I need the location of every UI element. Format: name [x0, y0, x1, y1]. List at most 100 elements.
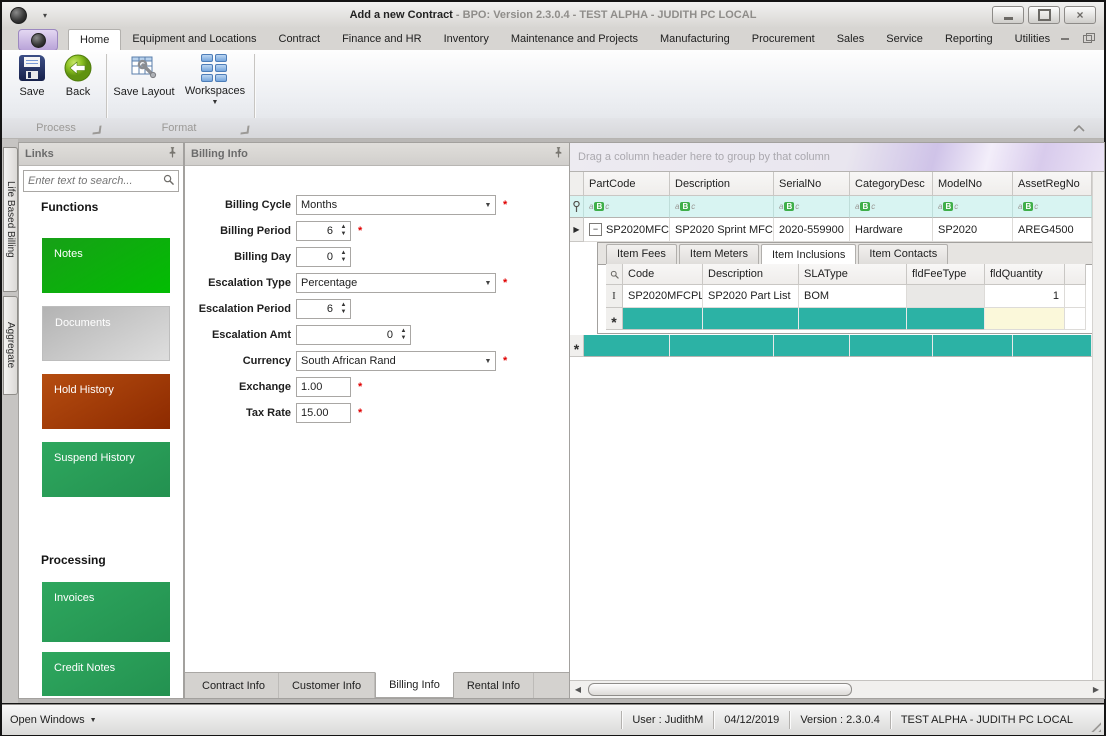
- cell-description[interactable]: SP2020 Sprint MFC: [670, 218, 774, 242]
- filter-cell-modelno[interactable]: [933, 196, 1013, 218]
- inclusions-search-icon[interactable]: [606, 264, 623, 285]
- column-header-categorydesc[interactable]: CategoryDesc: [850, 172, 933, 196]
- ribbon-tab-equipment-and-locations[interactable]: Equipment and Locations: [121, 29, 267, 50]
- new-cell-description[interactable]: [670, 335, 774, 357]
- new-cell-assetregno[interactable]: [1013, 335, 1092, 357]
- filter-cell-assetregno[interactable]: [1013, 196, 1092, 218]
- column-header-modelno[interactable]: ModelNo: [933, 172, 1013, 196]
- documents-button[interactable]: Documents: [42, 306, 170, 361]
- dropdown-arrow-icon[interactable]: ▼: [481, 358, 495, 365]
- spin-up-icon[interactable]: ▲: [341, 302, 347, 309]
- grid-data-row[interactable]: ▶ SP2020MFC SP2020 Sprint MFC 2020-55990…: [570, 218, 1092, 242]
- cell-fldquantity[interactable]: 1: [985, 285, 1065, 308]
- ribbon-tab-inventory[interactable]: Inventory: [433, 29, 500, 50]
- tab-item-contacts[interactable]: Item Contacts: [858, 244, 948, 264]
- scroll-left-icon[interactable]: ◀: [570, 685, 586, 694]
- column-header-serialno[interactable]: SerialNo: [774, 172, 850, 196]
- spin-down-icon[interactable]: ▼: [341, 309, 347, 316]
- escalation-amt-spinner[interactable]: 0 ▲▼: [296, 325, 411, 345]
- column-header-assetregno[interactable]: AssetRegNo: [1013, 172, 1092, 196]
- dropdown-arrow-icon[interactable]: ▼: [481, 280, 495, 287]
- ribbon-tab-sales[interactable]: Sales: [826, 29, 876, 50]
- tab-contract-info[interactable]: Contract Info: [189, 673, 279, 698]
- dialog-launcher-icon[interactable]: [240, 125, 249, 134]
- dropdown-arrow-icon[interactable]: ▼: [481, 202, 495, 209]
- side-tab-aggregate[interactable]: Aggregate: [3, 296, 18, 395]
- new-cell-fldfeetype[interactable]: [907, 308, 985, 330]
- resize-grip-icon[interactable]: [1089, 720, 1101, 732]
- cell-assetregno[interactable]: AREG4500: [1013, 218, 1092, 242]
- mdi-restore-icon[interactable]: [1083, 35, 1092, 43]
- spin-up-icon[interactable]: ▲: [341, 250, 347, 257]
- spin-up-icon[interactable]: ▲: [341, 224, 347, 231]
- new-cell-categorydesc[interactable]: [850, 335, 933, 357]
- tab-item-inclusions[interactable]: Item Inclusions: [761, 244, 856, 265]
- application-menu-button[interactable]: [18, 29, 58, 51]
- group-by-band[interactable]: Drag a column header here to group by th…: [570, 143, 1104, 172]
- inclusions-data-row[interactable]: SP2020MFCPL SP2020 Part List BOM 1: [606, 285, 1086, 308]
- cell-partcode[interactable]: SP2020MFC: [584, 218, 670, 242]
- open-windows-button[interactable]: Open Windows ▼: [10, 714, 97, 726]
- dialog-launcher-icon[interactable]: [92, 125, 101, 134]
- new-cell-serialno[interactable]: [774, 335, 850, 357]
- column-header-partcode[interactable]: PartCode: [584, 172, 670, 196]
- hold-history-button[interactable]: Hold History: [42, 374, 170, 429]
- scrollbar-thumb[interactable]: [588, 683, 852, 696]
- tab-billing-info[interactable]: Billing Info: [375, 672, 454, 698]
- filter-cell-serialno[interactable]: [774, 196, 850, 218]
- billing-day-spinner[interactable]: 0 ▲▼: [296, 247, 351, 267]
- collapse-ribbon-button[interactable]: [1068, 120, 1090, 135]
- back-button[interactable]: Back: [56, 53, 100, 98]
- spin-down-icon[interactable]: ▼: [341, 257, 347, 264]
- spin-down-icon[interactable]: ▼: [341, 231, 347, 238]
- ribbon-tab-reporting[interactable]: Reporting: [934, 29, 1004, 50]
- vertical-scrollbar[interactable]: [1092, 172, 1104, 681]
- tab-item-meters[interactable]: Item Meters: [679, 244, 759, 264]
- spin-down-icon[interactable]: ▼: [401, 335, 407, 342]
- ribbon-tab-finance-and-hr[interactable]: Finance and HR: [331, 29, 433, 50]
- exchange-field[interactable]: 1.00: [296, 377, 351, 397]
- pin-icon[interactable]: [168, 147, 177, 161]
- collapse-box-icon[interactable]: [589, 223, 602, 236]
- ribbon-tab-procurement[interactable]: Procurement: [741, 29, 826, 50]
- ribbon-tab-maintenance-and-projects[interactable]: Maintenance and Projects: [500, 29, 649, 50]
- column-header-description[interactable]: Description: [670, 172, 774, 196]
- tab-customer-info[interactable]: Customer Info: [279, 673, 375, 698]
- mdi-minimize-icon[interactable]: [1061, 38, 1069, 40]
- spin-up-icon[interactable]: ▲: [401, 328, 407, 335]
- save-button[interactable]: Save: [10, 53, 54, 98]
- tab-item-fees[interactable]: Item Fees: [606, 244, 677, 264]
- new-cell-description[interactable]: [703, 308, 799, 330]
- billing-cycle-select[interactable]: Months ▼: [296, 195, 496, 215]
- search-icon[interactable]: [163, 174, 174, 188]
- new-cell-fldquantity[interactable]: [985, 308, 1065, 330]
- column-header-description[interactable]: Description: [703, 264, 799, 285]
- close-button[interactable]: ×: [1064, 6, 1096, 24]
- suspend-history-button[interactable]: Suspend History: [42, 442, 170, 497]
- cell-serialno[interactable]: 2020-559900: [774, 218, 850, 242]
- cell-modelno[interactable]: SP2020: [933, 218, 1013, 242]
- tax-rate-field[interactable]: 15.00: [296, 403, 351, 423]
- ribbon-tab-utilities[interactable]: Utilities: [1004, 29, 1061, 50]
- new-cell-partcode[interactable]: [584, 335, 670, 357]
- grid-new-row[interactable]: [570, 335, 1092, 357]
- billing-period-spinner[interactable]: 6 ▲▼: [296, 221, 351, 241]
- tab-rental-info[interactable]: Rental Info: [454, 673, 534, 698]
- cell-categorydesc[interactable]: Hardware: [850, 218, 933, 242]
- escalation-type-select[interactable]: Percentage ▼: [296, 273, 496, 293]
- cell-description[interactable]: SP2020 Part List: [703, 285, 799, 308]
- side-tab-life-based-billing[interactable]: Life Based Billing: [3, 147, 18, 292]
- invoices-button[interactable]: Invoices: [42, 582, 170, 642]
- new-cell-modelno[interactable]: [933, 335, 1013, 357]
- column-header-code[interactable]: Code: [623, 264, 703, 285]
- notes-button[interactable]: Notes: [42, 238, 170, 293]
- ribbon-tab-manufacturing[interactable]: Manufacturing: [649, 29, 741, 50]
- credit-notes-button[interactable]: Credit Notes: [42, 652, 170, 696]
- ribbon-tab-home[interactable]: Home: [68, 29, 121, 50]
- new-cell-code[interactable]: [623, 308, 703, 330]
- cell-code[interactable]: SP2020MFCPL: [623, 285, 703, 308]
- ribbon-tab-service[interactable]: Service: [875, 29, 934, 50]
- horizontal-scrollbar[interactable]: ◀ ▶: [570, 680, 1104, 698]
- workspaces-button[interactable]: Workspaces ▼: [182, 53, 248, 105]
- quick-access-arrow-icon[interactable]: ▾: [43, 11, 47, 20]
